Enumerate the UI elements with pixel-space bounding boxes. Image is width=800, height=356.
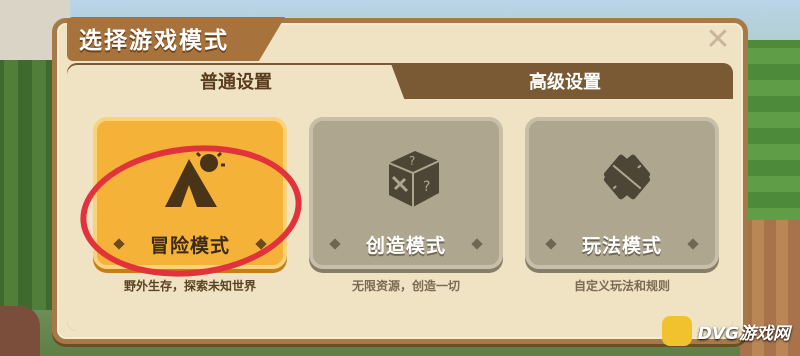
play-mode-card[interactable]: 玩法模式 xyxy=(525,117,719,269)
tab-advanced-settings[interactable]: 高级设置 xyxy=(397,65,733,101)
mode-description: 野外生存，探索未知世界 xyxy=(123,279,256,293)
player-character xyxy=(0,306,40,356)
watermark-text: DVG游戏网 xyxy=(697,323,790,344)
dialog-title: 选择游戏模式 xyxy=(79,28,229,54)
close-button[interactable]: ✕ xyxy=(703,25,733,55)
mystery-box-pickaxe-icon: ? ? xyxy=(388,151,440,207)
crossed-flags-icon xyxy=(603,154,651,200)
watermark: DVG游戏网 xyxy=(661,316,790,346)
gamepad-logo-icon xyxy=(661,316,692,346)
svg-text:?: ? xyxy=(409,154,415,168)
mode-description: 无限资源，创造一切 xyxy=(351,279,460,293)
svg-text:?: ? xyxy=(423,179,430,195)
creative-mode-card[interactable]: ? ? 创造模式 xyxy=(309,117,503,269)
tab-basic-settings[interactable]: 普通设置 xyxy=(67,65,405,101)
tree-left xyxy=(0,60,60,310)
mode-description: 自定义玩法和规则 xyxy=(573,279,670,293)
